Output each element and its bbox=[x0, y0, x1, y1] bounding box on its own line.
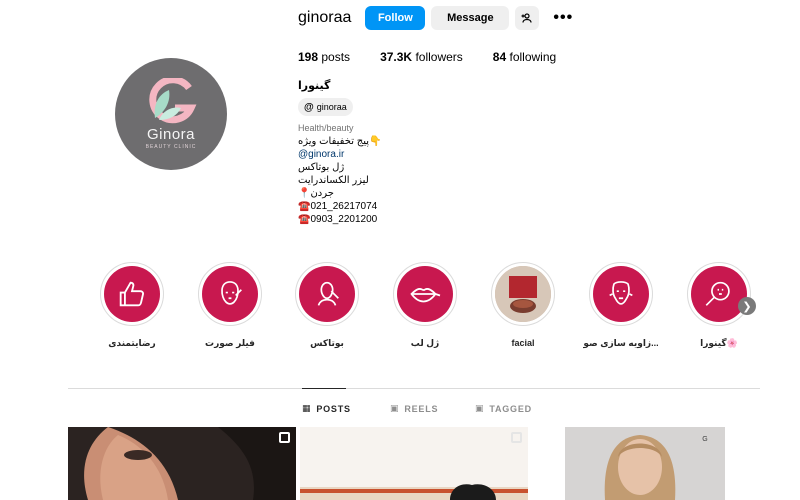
avatar[interactable]: Ginora BEAUTY CLINIC bbox=[115, 58, 227, 170]
bio-phone: ☎️021_26217074 bbox=[298, 201, 378, 212]
highlight-label: گینورا🌸 bbox=[700, 338, 738, 348]
posts-count: 198 bbox=[298, 50, 319, 64]
bio-phone: ☎️0903_2201200 bbox=[298, 214, 378, 225]
message-button[interactable]: Message bbox=[431, 6, 510, 30]
highlight-label: facial bbox=[511, 338, 535, 348]
post-thumbnail[interactable]: G bbox=[565, 427, 725, 500]
followers-label: followers bbox=[415, 50, 463, 64]
highlight-item[interactable]: ژل لب bbox=[380, 262, 470, 349]
posts-stat[interactable]: 198 posts bbox=[298, 50, 350, 64]
tabs-divider bbox=[68, 388, 760, 389]
story-highlights: رضایتمندی فیلر صورت بوتاکس ژل لب facial … bbox=[0, 262, 800, 352]
profile-bio: گینورا @ ginoraa Health/beauty پیج تخفیف… bbox=[298, 80, 478, 226]
add-user-icon bbox=[521, 13, 532, 23]
tab-reels[interactable]: ▣ REELS bbox=[390, 403, 438, 414]
botox-icon bbox=[317, 281, 339, 306]
username: ginoraa bbox=[298, 9, 352, 26]
bio-line: لیزر الکساندرایت bbox=[298, 175, 369, 186]
threads-handle: ginoraa bbox=[316, 101, 347, 112]
highlight-item[interactable]: زاویه سازی صو... bbox=[576, 262, 666, 349]
tagged-icon: ▣ bbox=[475, 403, 485, 413]
post-image: G bbox=[565, 427, 725, 500]
highlight-item[interactable]: بوتاکس bbox=[282, 262, 372, 349]
tab-tagged-label: TAGGED bbox=[489, 403, 532, 414]
reels-icon: ▣ bbox=[390, 403, 400, 413]
avatar-subtitle: BEAUTY CLINIC bbox=[145, 144, 197, 150]
highlight-photo bbox=[495, 266, 551, 322]
bio-line: پیج تخفیفات ویژه👇 bbox=[298, 136, 382, 147]
bio-line: ژل بوتاکس bbox=[298, 162, 345, 173]
highlight-label: ژل لب bbox=[410, 338, 440, 348]
avatar-brand: Ginora bbox=[146, 126, 196, 143]
post-thumbnail[interactable] bbox=[68, 427, 296, 500]
profile-tabs: ▦ POSTS ▣ REELS ▣ TAGGED bbox=[0, 403, 800, 417]
highlight-item[interactable]: فیلر صورت bbox=[185, 262, 275, 349]
post-image bbox=[300, 427, 528, 500]
highlight-item[interactable]: رضایتمندی bbox=[87, 262, 177, 349]
profile-header: ginoraa Follow Message ••• bbox=[298, 6, 573, 30]
tab-posts-label: POSTS bbox=[316, 403, 351, 414]
face-contour-icon bbox=[609, 281, 633, 305]
magnifier-face-icon bbox=[705, 281, 730, 306]
following-stat[interactable]: 84 following bbox=[493, 50, 556, 64]
follow-button[interactable]: Follow bbox=[365, 6, 426, 30]
highlight-item[interactable]: facial bbox=[478, 262, 568, 348]
post-thumbnail[interactable] bbox=[300, 427, 528, 500]
ginora-logo-icon bbox=[149, 78, 197, 124]
tab-tagged[interactable]: ▣ TAGGED bbox=[475, 403, 532, 414]
face-filler-icon bbox=[221, 281, 242, 305]
profile-stats: 198 posts 37.3K followers 84 following bbox=[298, 50, 586, 64]
posts-label: posts bbox=[321, 50, 351, 64]
following-count: 84 bbox=[492, 50, 507, 64]
highlight-label: زاویه سازی صو... bbox=[583, 338, 659, 348]
more-options-icon[interactable]: ••• bbox=[553, 9, 573, 27]
tab-posts[interactable]: ▦ POSTS bbox=[302, 403, 351, 414]
multiple-posts-icon bbox=[279, 432, 290, 443]
threads-icon: @ bbox=[304, 101, 314, 113]
post-image bbox=[68, 427, 296, 500]
profile-name: گینورا bbox=[298, 80, 331, 92]
threads-badge[interactable]: @ ginoraa bbox=[298, 98, 353, 116]
lips-icon bbox=[410, 288, 441, 303]
post-watermark-logo: G bbox=[702, 436, 707, 443]
followers-stat[interactable]: 37.3K followers bbox=[380, 50, 463, 64]
highlight-label: رضایتمندی bbox=[108, 338, 156, 348]
chevron-right-icon: ❯ bbox=[742, 300, 752, 313]
followers-count: 37.3K bbox=[380, 50, 413, 64]
bio-location: 📍جردن bbox=[298, 188, 334, 199]
active-tab-indicator bbox=[302, 388, 346, 389]
multiple-posts-icon bbox=[511, 432, 522, 443]
facial-product-image bbox=[495, 266, 551, 322]
grid-icon: ▦ bbox=[302, 403, 312, 413]
highlight-label: فیلر صورت bbox=[205, 338, 255, 348]
following-label: following bbox=[509, 50, 557, 64]
highlights-next-button[interactable]: ❯ bbox=[738, 297, 756, 315]
profile-category: Health/beauty bbox=[298, 123, 354, 133]
thumbs-up-icon bbox=[119, 281, 144, 307]
suggested-users-button[interactable] bbox=[515, 6, 540, 30]
highlight-label: بوتاکس bbox=[310, 338, 344, 348]
tab-reels-label: REELS bbox=[404, 403, 439, 414]
bio-mention-link[interactable]: @ginora.ir bbox=[298, 148, 478, 161]
